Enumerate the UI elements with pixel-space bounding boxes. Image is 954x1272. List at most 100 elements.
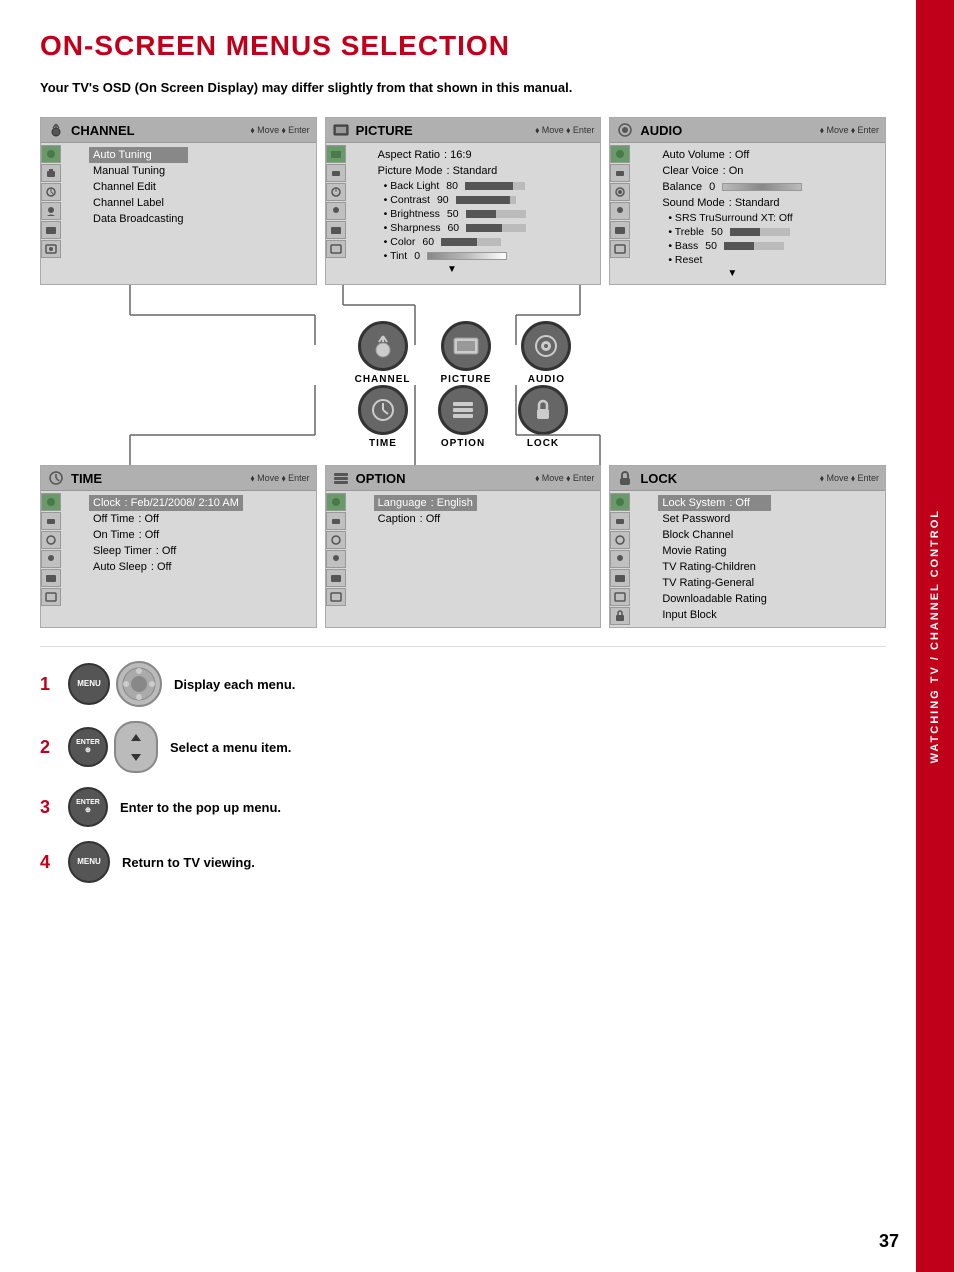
audio-srs[interactable]: • SRS TruSurround XT: Off [658,211,806,225]
audio-icon-circle[interactable] [521,321,571,371]
o-side-3 [326,531,346,549]
audio-soundmode[interactable]: Sound Mode : Standard [658,195,806,211]
o-side-2 [326,512,346,530]
sidebar: WATCHING TV / CHANNEL CONTROL [916,0,954,1272]
step-1-menu-btn[interactable]: MENU [68,663,110,705]
step-3-number: 3 [40,797,56,818]
picture-backlight[interactable]: • Back Light 80 [374,179,530,193]
channel-menu-item-1[interactable]: Manual Tuning [89,163,188,179]
lock-tvrating-general[interactable]: TV Rating-General [658,575,771,591]
picture-sharpness[interactable]: • Sharpness 60 [374,221,530,235]
lock-system-label: Lock System [662,497,725,509]
up-arrow[interactable] [131,734,141,741]
option-language[interactable]: Language : English [374,495,477,511]
picture-panel: PICTURE ⬧ Move ⬧ Enter Aspect Rati [325,117,602,285]
audio-treble[interactable]: • Treble 50 [658,225,806,239]
option-panel-header: OPTION ⬧ Move ⬧ Enter [326,466,601,491]
time-autosleep[interactable]: Auto Sleep : Off [89,559,243,575]
audio-clearvoice[interactable]: Clear Voice : On [658,163,806,179]
sharpness-bar [466,224,526,232]
lock-blockchannel[interactable]: Block Channel [658,527,771,543]
step-3: 3 ENTER⊕ Enter to the pop up menu. [40,787,886,827]
time-clock[interactable]: Clock : Feb/21/2008/ 2:10 AM [89,495,243,511]
time-autosleep-val: : Off [151,561,172,573]
channel-icon-btn[interactable]: CHANNEL [355,321,411,385]
picture-tint-val: 0 [414,250,420,262]
picture-aspect[interactable]: Aspect Ratio : 16:9 [374,147,530,163]
down-arrow[interactable] [131,754,141,761]
audio-srs-label: • SRS TruSurround XT: Off [668,212,792,224]
lock-inputblock-label: Input Block [662,609,716,621]
step-1-dial[interactable] [116,661,162,707]
step-3-buttons: ENTER⊕ [68,787,108,827]
steps-section: 1 MENU Display each menu. 2 ENTER⊕ Selec… [40,646,886,883]
audio-reset-label: • Reset [668,254,702,266]
picture-contrast[interactable]: • Contrast 90 [374,193,530,207]
audio-bass[interactable]: • Bass 50 [658,239,806,253]
lock-tvrating-children[interactable]: TV Rating-Children [658,559,771,575]
time-offtime-val: : Off [138,513,159,525]
option-caption[interactable]: Caption : Off [374,511,477,527]
lock-panel: LOCK ⬧ Move ⬧ Enter L [609,465,886,628]
l-side-7 [610,607,630,625]
audio-panel-header: AUDIO ⬧ Move ⬧ Enter [610,118,885,143]
middle-icons-row: CHANNEL PICTURE AUDIO [40,321,886,385]
picture-icon-btn[interactable]: PICTURE [440,321,491,385]
step-4-menu-btn[interactable]: MENU [68,841,110,883]
lock-downloadable[interactable]: Downloadable Rating [658,591,771,607]
picture-icon-circle[interactable] [441,321,491,371]
time-ontime[interactable]: On Time : Off [89,527,243,543]
time-offtime-label: Off Time [93,513,134,525]
audio-autovolume[interactable]: Auto Volume : Off [658,147,806,163]
audio-treble-val: 50 [711,226,723,238]
picture-mode[interactable]: Picture Mode : Standard [374,163,530,179]
time-clock-label: Clock [93,497,121,509]
audio-panel-content: Auto Volume : Off Clear Voice : On Balan… [654,143,810,284]
channel-icon-circle[interactable] [358,321,408,371]
lock-movierating[interactable]: Movie Rating [658,543,771,559]
audio-panel-nav: ⬧ Move ⬧ Enter [820,125,879,136]
picture-tint[interactable]: • Tint 0 [374,249,530,263]
main-content: ON-SCREEN MENUS SELECTION Your TV's OSD … [0,0,916,917]
middle-connector-area: CHANNEL PICTURE AUDIO [40,285,886,385]
audio-reset[interactable]: • Reset [658,253,806,267]
audio-balance-val: 0 [709,181,715,193]
lock-password[interactable]: Set Password [658,511,771,527]
time-offtime[interactable]: Off Time : Off [89,511,243,527]
lock-system-val: : Off [729,497,750,509]
pic-side-1 [326,145,346,163]
t-side-4 [41,550,61,568]
lock-panel-header: LOCK ⬧ Move ⬧ Enter [610,466,885,491]
time-sleep-val: : Off [156,545,177,557]
time-sleep[interactable]: Sleep Timer : Off [89,543,243,559]
option-language-val: : English [431,497,473,509]
o-side-6 [326,588,346,606]
channel-menu-item-4[interactable]: Data Broadcasting [89,211,188,227]
l-side-6 [610,588,630,606]
channel-menu-item-2[interactable]: Channel Edit [89,179,188,195]
page-number: 37 [879,1231,899,1252]
step-2-enter-btn[interactable]: ENTER⊕ [68,727,108,767]
t-side-3 [41,531,61,549]
audio-clearvoice-val: : On [723,165,744,177]
side-icon-5 [41,221,61,239]
channel-menu-item-3[interactable]: Channel Label [89,195,188,211]
lock-inputblock[interactable]: Input Block [658,607,771,623]
picture-color[interactable]: • Color 60 [374,235,530,249]
channel-panel-content: Auto Tuning Manual Tuning Channel Edit C… [85,143,192,260]
audio-icon-btn[interactable]: AUDIO [521,321,571,385]
lock-system[interactable]: Lock System : Off [658,495,771,511]
audio-balance[interactable]: Balance 0 [658,179,806,195]
step-2-text: Select a menu item. [170,740,291,755]
step-3-enter-btn[interactable]: ENTER⊕ [68,787,108,827]
step-1-text: Display each menu. [174,677,295,692]
pic-side-4 [326,202,346,220]
audio-autovolume-val: : Off [729,149,750,161]
time-ontime-val: : Off [139,529,160,541]
step-4: 4 MENU Return to TV viewing. [40,841,886,883]
picture-tint-label: • Tint [384,250,408,262]
step-2-nav[interactable] [114,721,158,773]
channel-menu-item-0[interactable]: Auto Tuning [89,147,188,163]
picture-brightness[interactable]: • Brightness 50 [374,207,530,221]
t-side-6 [41,588,61,606]
